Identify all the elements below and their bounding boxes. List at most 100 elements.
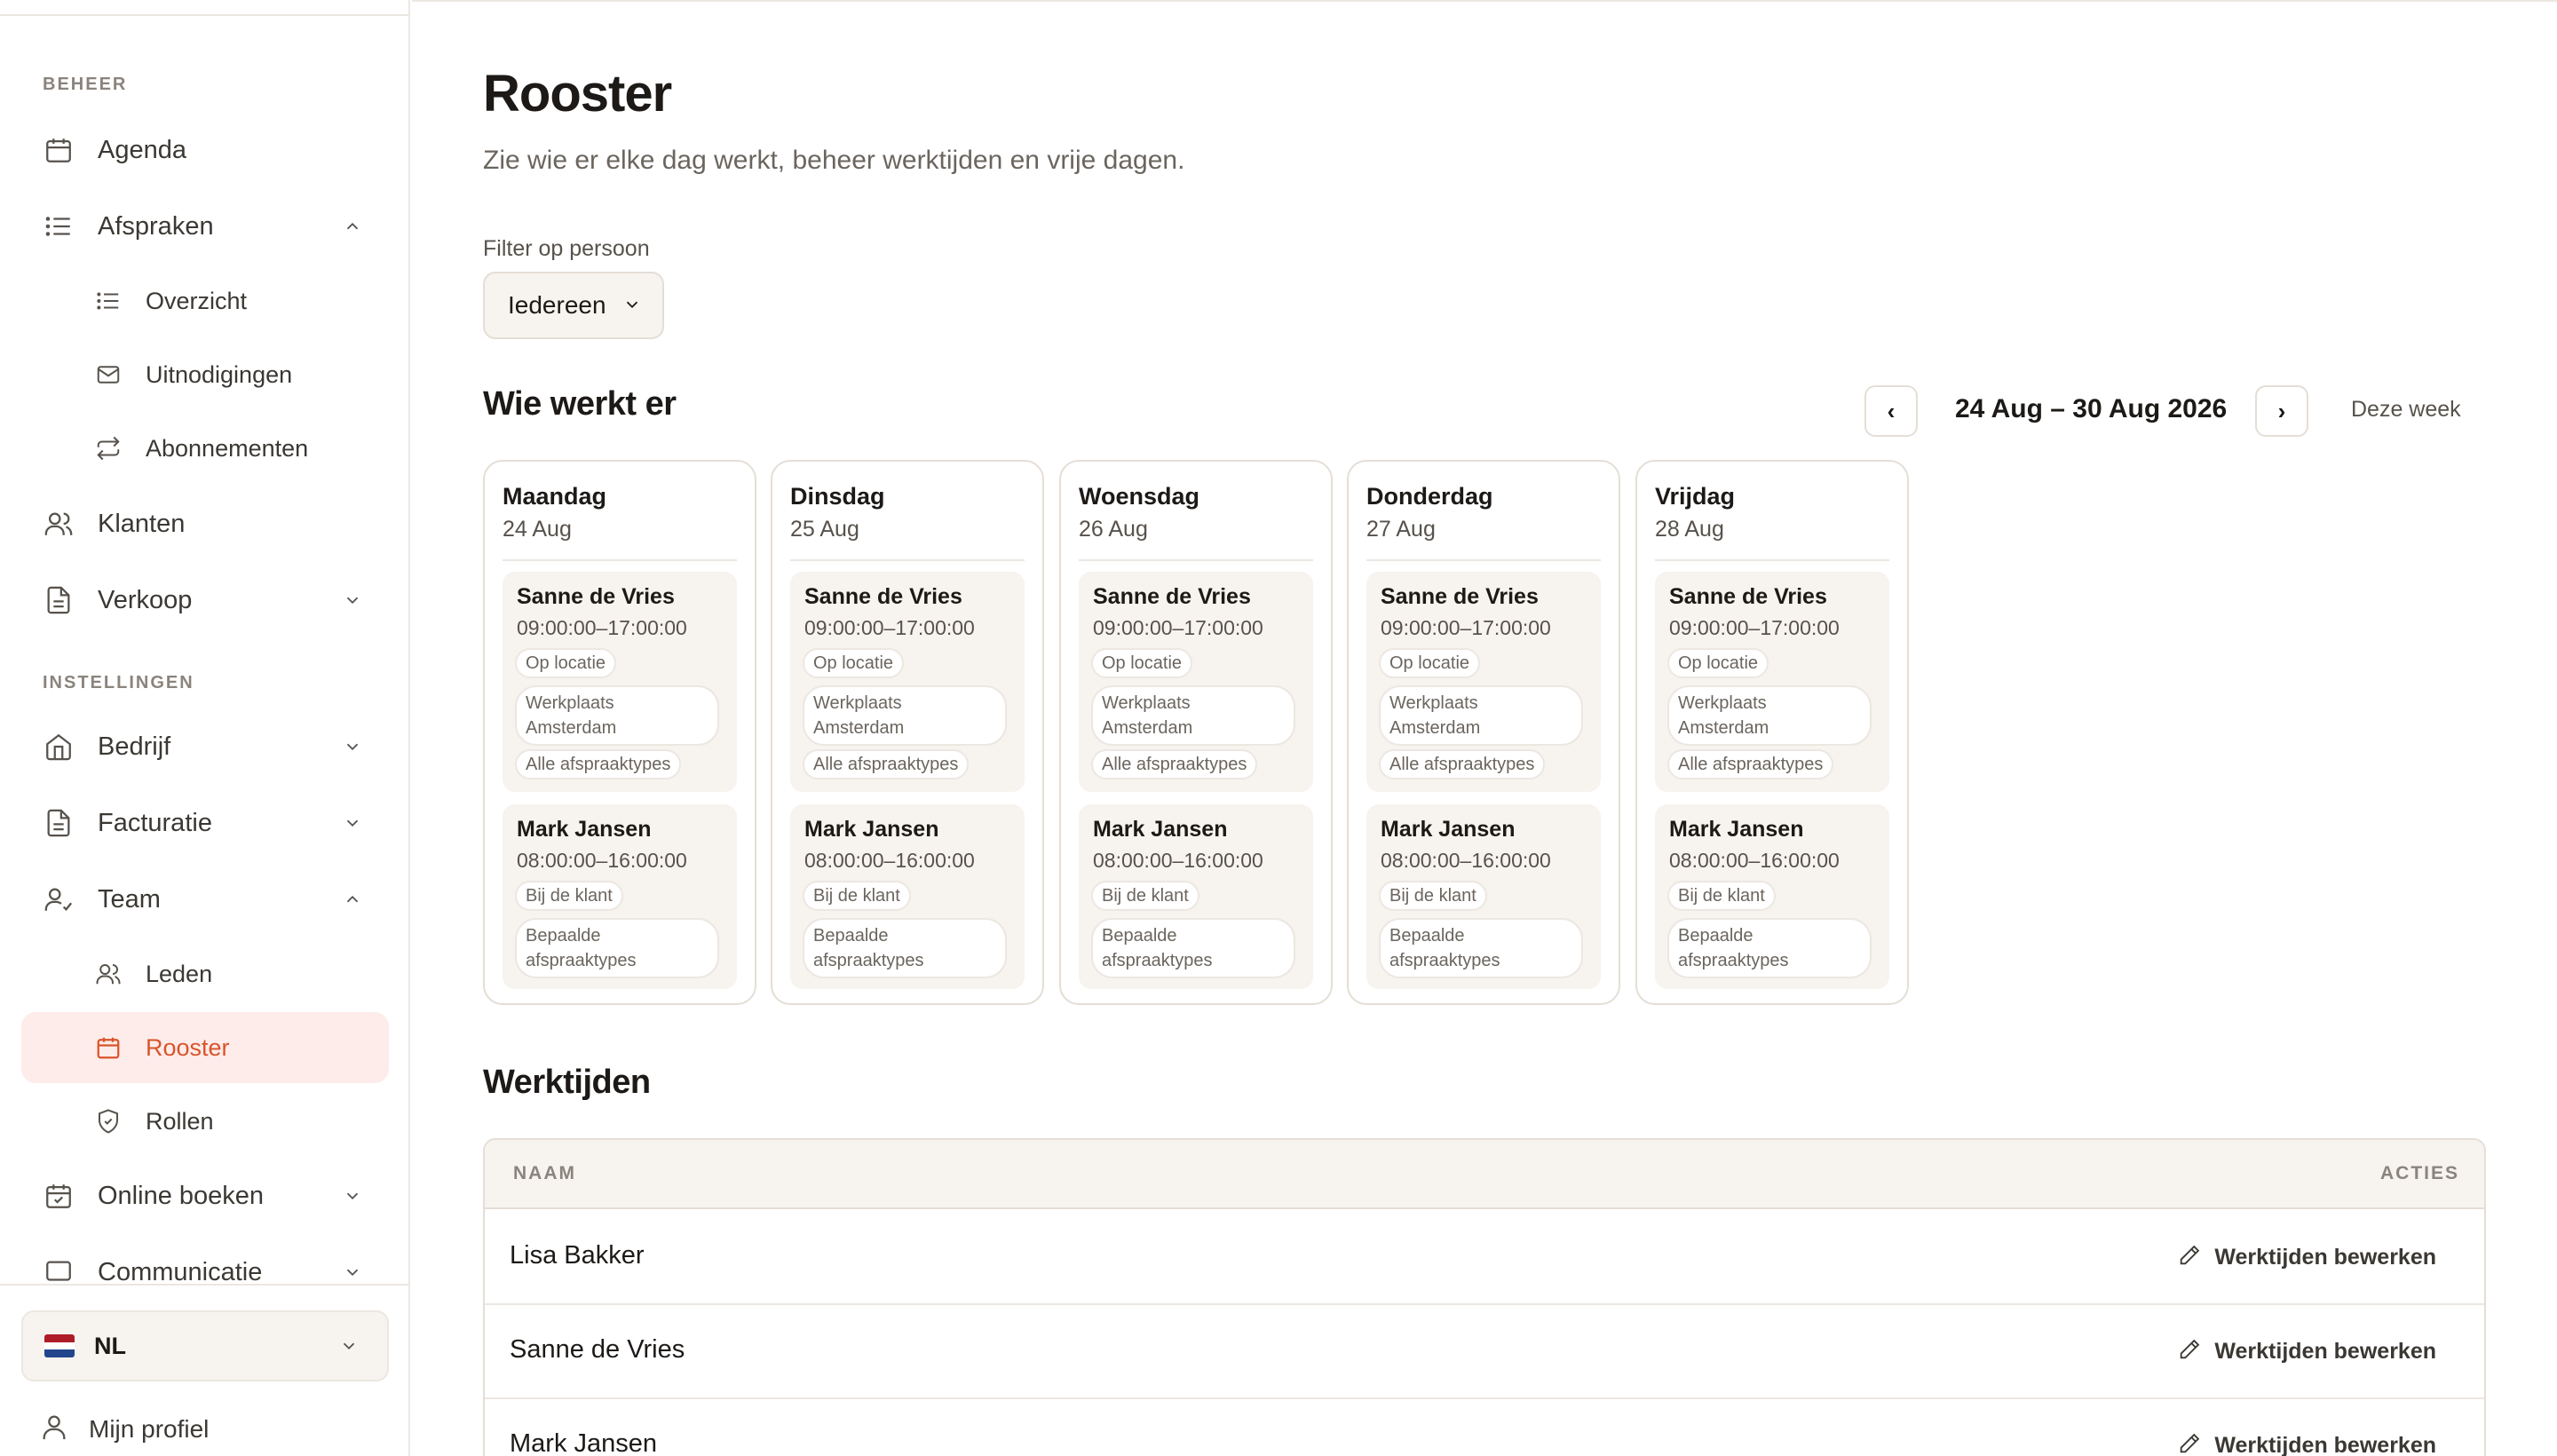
sidebar-item-bedrijf[interactable]: Bedrijf	[21, 712, 389, 781]
appointment-types-tag: Alle afspraaktypes	[1667, 749, 1834, 779]
day-divider	[1366, 559, 1601, 561]
day-card: Maandag 24 Aug Sanne de Vries 09:00:00–1…	[483, 460, 756, 1005]
edit-hours-label: Werktijden bewerken	[2214, 1245, 2436, 1270]
location-type-tag: Bij de klant	[1379, 881, 1487, 911]
table-header: NAAM ACTIES	[485, 1140, 2484, 1209]
shift-person: Mark Jansen	[1093, 817, 1228, 842]
location-tag: Werkplaats Amsterdam	[1091, 685, 1295, 746]
week-range: 24 Aug – 30 Aug 2026	[1955, 394, 2228, 423]
sidebar-item-label: Overzicht	[146, 287, 248, 314]
sidebar-item-abonnementen[interactable]: Abonnementen	[69, 416, 389, 480]
sidebar-item-label: Team	[98, 884, 161, 914]
shift-card[interactable]: Sanne de Vries 09:00:00–17:00:00 Op loca…	[790, 572, 1025, 792]
shift-person: Mark Jansen	[804, 817, 939, 842]
sidebar-item-uitnodigingen[interactable]: Uitnodigingen	[69, 343, 389, 407]
shift-time: 09:00:00–17:00:00	[1381, 616, 1551, 639]
calendar-icon	[41, 132, 76, 168]
shield-check-icon	[92, 1105, 124, 1137]
shift-person: Sanne de Vries	[804, 584, 962, 609]
day-date: 28 Aug	[1655, 517, 1724, 542]
shift-card[interactable]: Mark Jansen 08:00:00–16:00:00 Bij de kla…	[1655, 804, 1889, 989]
sidebar-item-rooster[interactable]: Rooster	[21, 1012, 389, 1083]
sidebar-item-klanten[interactable]: Klanten	[21, 489, 389, 558]
sidebar-item-leden[interactable]: Leden	[69, 942, 389, 1006]
day-date: 26 Aug	[1079, 517, 1148, 542]
sidebar-item-label: Online boeken	[98, 1181, 265, 1210]
shift-card[interactable]: Sanne de Vries 09:00:00–17:00:00 Op loca…	[1655, 572, 1889, 792]
sidebar-item-afspraken[interactable]: Afspraken	[21, 192, 389, 261]
sidebar-item-label: Rollen	[146, 1107, 214, 1135]
chevron-down-icon	[341, 1184, 364, 1207]
user-check-icon	[41, 882, 76, 917]
invoice-icon	[41, 805, 76, 841]
prev-week-button[interactable]: ‹	[1864, 385, 1918, 437]
appointment-types-tag: Alle afspraaktypes	[803, 749, 970, 779]
shift-time: 09:00:00–17:00:00	[1093, 616, 1263, 639]
day-name: Woensdag	[1079, 483, 1200, 510]
sidebar-item-label: Klanten	[98, 509, 186, 538]
werktijden-title: Werktijden	[483, 1064, 651, 1101]
profile-label: Mijn profiel	[89, 1414, 210, 1443]
location-type-tag: Op locatie	[1091, 648, 1193, 678]
sidebar-item-online-boeken[interactable]: Online boeken	[21, 1161, 389, 1230]
day-date: 25 Aug	[790, 517, 859, 542]
chevron-down-icon	[622, 295, 644, 316]
day-card: Donderdag 27 Aug Sanne de Vries 09:00:00…	[1347, 460, 1620, 1005]
repeat-icon	[92, 432, 124, 464]
edit-hours-button[interactable]: Werktijden bewerken	[2177, 1337, 2436, 1366]
sidebar-item-facturatie[interactable]: Facturatie	[21, 788, 389, 858]
appointment-types-tag: Alle afspraaktypes	[1379, 749, 1546, 779]
sidebar-item-verkoop[interactable]: Verkoop	[21, 566, 389, 635]
sidebar-item-label: Leden	[146, 960, 213, 987]
shift-card[interactable]: Sanne de Vries 09:00:00–17:00:00 Op loca…	[1079, 572, 1313, 792]
person-filter-select[interactable]: Iedereen	[483, 272, 664, 339]
location-tag: Werkplaats Amsterdam	[1667, 685, 1872, 746]
edit-hours-button[interactable]: Werktijden bewerken	[2177, 1431, 2436, 1456]
home-icon	[41, 729, 76, 764]
edit-hours-button[interactable]: Werktijden bewerken	[2177, 1243, 2436, 1272]
shift-person: Mark Jansen	[1669, 817, 1804, 842]
main-content: Rooster Zie wie er elke dag werkt, behee…	[412, 0, 2557, 1456]
day-name: Dinsdag	[790, 483, 885, 510]
shift-card[interactable]: Mark Jansen 08:00:00–16:00:00 Bij de kla…	[790, 804, 1025, 989]
location-type-tag: Bij de klant	[1667, 881, 1776, 911]
sidebar-item-team[interactable]: Team	[21, 865, 389, 934]
shift-card[interactable]: Mark Jansen 08:00:00–16:00:00 Bij de kla…	[1079, 804, 1313, 989]
column-header-acties: ACTIES	[2379, 1163, 2459, 1183]
edit-hours-label: Werktijden bewerken	[2214, 1433, 2436, 1456]
this-week-button[interactable]: Deze week	[2351, 397, 2461, 423]
sidebar-item-rollen[interactable]: Rollen	[69, 1089, 389, 1153]
schedule-title: Wie werkt er	[483, 385, 677, 423]
users-icon	[92, 958, 124, 990]
section-label-beheer: BEHEER	[43, 75, 128, 94]
sidebar-item-label: Abonnementen	[146, 434, 309, 462]
shift-card[interactable]: Mark Jansen 08:00:00–16:00:00 Bij de kla…	[503, 804, 737, 989]
table-row: Lisa Bakker Werktijden bewerken	[485, 1211, 2484, 1305]
filter-label: Filter op persoon	[483, 236, 650, 261]
day-card: Vrijdag 28 Aug Sanne de Vries 09:00:00–1…	[1635, 460, 1909, 1005]
user-icon	[39, 1412, 69, 1446]
shift-card[interactable]: Sanne de Vries 09:00:00–17:00:00 Op loca…	[503, 572, 737, 792]
shift-time: 08:00:00–16:00:00	[517, 849, 687, 872]
sidebar-item-overzicht[interactable]: Overzicht	[69, 269, 389, 333]
day-name: Donderdag	[1366, 483, 1493, 510]
language-select[interactable]: NL	[21, 1310, 389, 1381]
dutch-flag-icon	[44, 1334, 75, 1357]
shift-person: Sanne de Vries	[517, 584, 675, 609]
profile-link[interactable]: Mijn profiel	[39, 1412, 209, 1446]
next-week-button[interactable]: ›	[2255, 385, 2308, 437]
shift-time: 08:00:00–16:00:00	[804, 849, 975, 872]
sidebar-item-communicatie[interactable]: Communicatie	[21, 1238, 389, 1307]
shift-person: Sanne de Vries	[1093, 584, 1251, 609]
appointment-types-tag: Bepaalde afspraaktypes	[1379, 918, 1583, 978]
location-tag: Werkplaats Amsterdam	[803, 685, 1007, 746]
mail-icon	[92, 359, 124, 391]
column-header-naam: NAAM	[513, 1163, 576, 1183]
shift-card[interactable]: Sanne de Vries 09:00:00–17:00:00 Op loca…	[1366, 572, 1601, 792]
sidebar-item-agenda[interactable]: Agenda	[21, 115, 389, 185]
shift-time: 08:00:00–16:00:00	[1093, 849, 1263, 872]
day-divider	[790, 559, 1025, 561]
location-type-tag: Op locatie	[803, 648, 905, 678]
shift-card[interactable]: Mark Jansen 08:00:00–16:00:00 Bij de kla…	[1366, 804, 1601, 989]
calendar-icon	[92, 1032, 124, 1064]
